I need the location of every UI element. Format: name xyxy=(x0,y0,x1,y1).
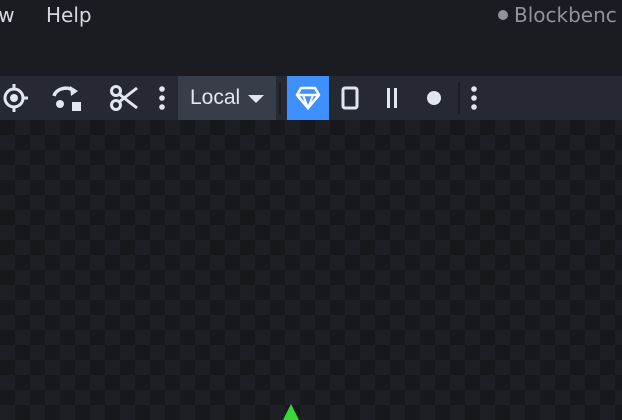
rotate-icon xyxy=(52,86,81,111)
3d-viewport[interactable] xyxy=(0,120,622,420)
more-vertical-icon xyxy=(471,86,477,110)
pivot-tool-button[interactable] xyxy=(0,76,34,120)
cut-tool-button[interactable] xyxy=(104,76,144,120)
vertical-bars-icon xyxy=(387,88,397,108)
mode-lines-button[interactable] xyxy=(373,76,411,120)
toolbar-more-button-2[interactable] xyxy=(464,76,484,120)
more-vertical-icon xyxy=(159,86,165,110)
app-title-text: Blockbenc xyxy=(514,3,617,27)
transform-space-select[interactable]: Local xyxy=(178,76,276,120)
gem-icon xyxy=(295,86,321,110)
app-title: Blockbenc xyxy=(498,0,617,30)
crosshair-icon xyxy=(3,84,28,112)
toolbar-divider xyxy=(279,82,281,114)
menu-view[interactable]: ew xyxy=(0,0,15,30)
mode-gem-button[interactable] xyxy=(287,76,329,120)
mode-dot-button[interactable] xyxy=(415,76,453,120)
unsaved-dot-icon xyxy=(498,10,508,20)
toolbar-divider xyxy=(458,82,460,114)
menu-help[interactable]: Help xyxy=(46,0,92,30)
caret-down-icon xyxy=(248,95,264,103)
tab-bar-area xyxy=(0,34,622,76)
y-axis-gizmo-arrow[interactable] xyxy=(283,404,299,420)
transform-space-value: Local xyxy=(190,86,241,109)
tool-toolbar: Local xyxy=(0,76,622,120)
rectangle-icon xyxy=(341,86,359,110)
app-window: ew Help Blockbenc xyxy=(0,0,622,420)
menu-bar: ew Help Blockbenc xyxy=(0,0,622,34)
dot-icon xyxy=(427,91,441,105)
scissors-icon xyxy=(110,85,138,111)
mode-rect-button[interactable] xyxy=(331,76,369,120)
rotate-tool-button[interactable] xyxy=(46,76,88,120)
toolbar-more-button[interactable] xyxy=(152,76,172,120)
